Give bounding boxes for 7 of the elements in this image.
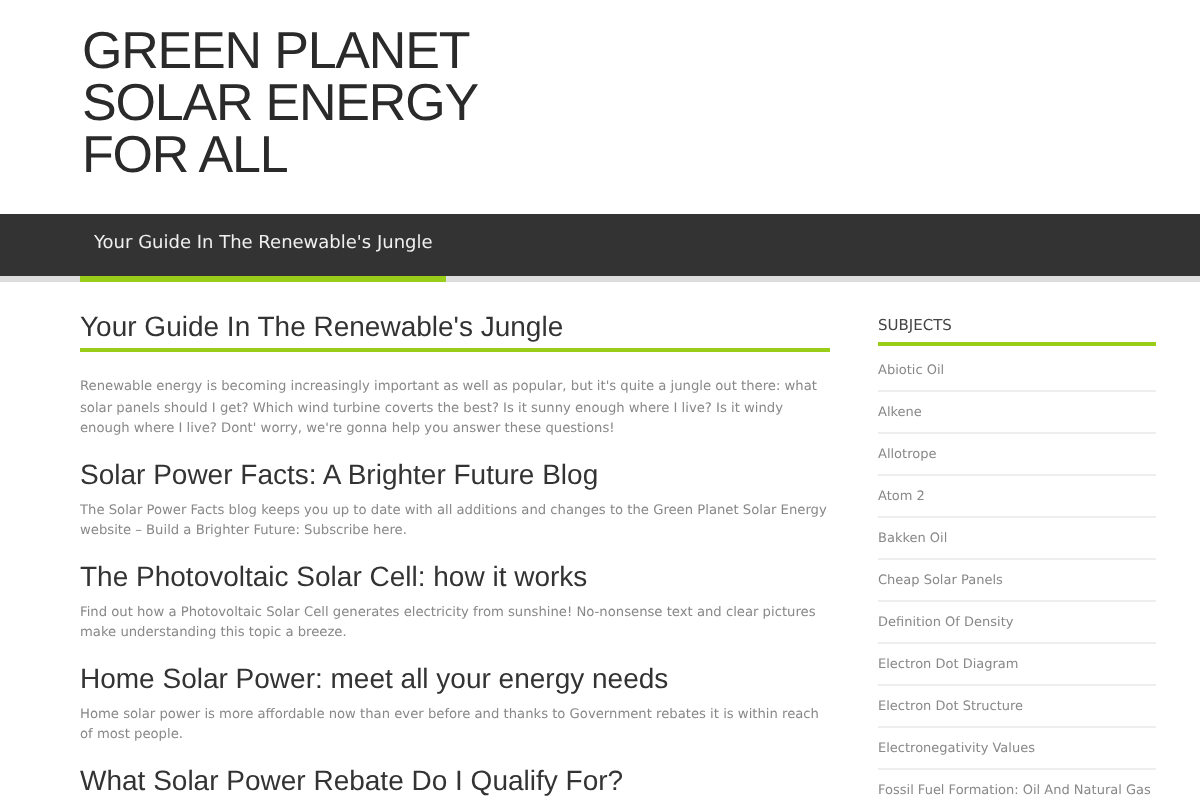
article-title[interactable]: Home Solar Power: meet all your energy needs [80, 661, 830, 695]
site-title[interactable]: GREEN PLANET SOLAR ENERGY FOR ALL [82, 24, 506, 180]
article-title[interactable]: Solar Power Facts: A Brighter Future Blog [80, 457, 830, 491]
nav-link[interactable]: Your Guide In The Renewable's Jungle [80, 214, 447, 282]
article-title[interactable]: The Photovoltaic Solar Cell: how it works [80, 559, 830, 593]
article-title[interactable]: Your Guide In The Renewable's Jungle [80, 310, 830, 352]
article-title[interactable]: What Solar Power Rebate Do I Qualify For? [80, 763, 830, 797]
